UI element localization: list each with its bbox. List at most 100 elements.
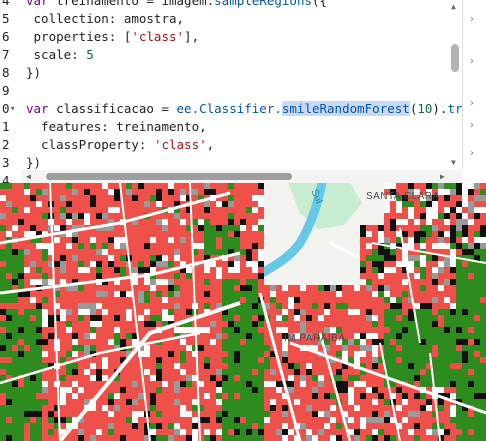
raster-cell	[54, 183, 60, 189]
raster-cell	[18, 369, 24, 375]
raster-cell	[222, 381, 228, 387]
code-text[interactable]: classProperty: 'class',	[26, 136, 214, 154]
raster-cell	[312, 411, 318, 417]
chevron-right-icon[interactable]: ›	[470, 148, 474, 159]
raster-cell	[156, 429, 162, 435]
raster-cell	[378, 267, 384, 273]
raster-cell	[12, 279, 18, 285]
raster-cell	[252, 237, 258, 243]
raster-cell	[126, 369, 132, 375]
raster-cell	[360, 399, 366, 405]
scroll-left-arrow-icon[interactable]: ◀	[26, 172, 31, 181]
scroll-down-arrow-icon[interactable]: ▼	[451, 158, 456, 167]
raster-cell	[228, 261, 234, 267]
raster-cell	[174, 219, 180, 225]
code-line[interactable]: 4 var treinamento = imagem.sampleRegions(…	[0, 0, 450, 10]
raster-cell	[114, 399, 120, 405]
raster-cell	[108, 321, 114, 327]
raster-cell	[330, 423, 336, 429]
raster-cell	[30, 309, 36, 315]
code-line[interactable]: 9	[0, 82, 450, 100]
raster-cell	[12, 405, 18, 411]
raster-cell	[444, 183, 450, 189]
raster-cell	[480, 219, 486, 225]
code-line[interactable]: 5 collection: amostra,	[0, 10, 450, 28]
raster-cell	[72, 333, 78, 339]
raster-cell	[6, 369, 12, 375]
code-line[interactable]: 1 features: treinamento,	[0, 118, 450, 136]
raster-cell	[378, 225, 384, 231]
raster-cell	[240, 231, 246, 237]
raster-cell	[468, 369, 474, 375]
raster-cell	[474, 315, 480, 321]
code-text[interactable]: })	[26, 64, 41, 82]
code-text[interactable]: collection: amostra,	[26, 10, 185, 28]
raster-cell	[468, 237, 474, 243]
vertical-scrollbar[interactable]	[448, 0, 462, 170]
raster-cell	[42, 243, 48, 249]
raster-cell	[162, 435, 168, 441]
code-line[interactable]: 7 scale: 5	[0, 46, 450, 64]
raster-cell	[432, 351, 438, 357]
raster-cell	[312, 399, 318, 405]
fold-toggle-icon[interactable]: ▾	[10, 100, 15, 118]
raster-cell	[96, 375, 102, 381]
chevron-right-icon[interactable]: ›	[470, 14, 474, 25]
raster-cell	[360, 405, 366, 411]
raster-cell	[372, 333, 378, 339]
raster-cell	[228, 273, 234, 279]
raster-cell	[366, 393, 372, 399]
raster-cell	[108, 291, 114, 297]
horizontal-scrollbar-thumb[interactable]	[46, 173, 292, 180]
raster-cell	[450, 387, 456, 393]
raster-cell	[138, 411, 144, 417]
raster-cell	[288, 285, 294, 291]
raster-cell	[300, 375, 306, 381]
scroll-up-arrow-icon[interactable]: ▲	[451, 2, 456, 11]
raster-cell	[174, 213, 180, 219]
raster-cell	[216, 237, 222, 243]
raster-cell	[384, 339, 390, 345]
raster-cell	[480, 429, 486, 435]
line-number: 9	[2, 83, 10, 98]
raster-cell	[402, 315, 408, 321]
raster-cell	[90, 333, 96, 339]
code-line[interactable]: 8})	[0, 64, 450, 82]
code-text[interactable]: features: treinamento,	[26, 118, 207, 136]
raster-cell	[138, 243, 144, 249]
raster-cell	[444, 237, 450, 243]
raster-cell	[336, 345, 342, 351]
scroll-right-arrow-icon[interactable]: ▶	[440, 172, 445, 181]
classification-map[interactable]	[0, 183, 486, 441]
map-view[interactable]: SANTA CLARA IM PARAIBA Sul	[0, 183, 486, 441]
raster-cell	[438, 279, 444, 285]
raster-cell	[198, 231, 204, 237]
code-text[interactable]: properties: ['class'],	[26, 28, 200, 46]
code-line[interactable]: 6 properties: ['class'],	[0, 28, 450, 46]
code-editor[interactable]: 4 var treinamento = imagem.sampleRegions(…	[0, 0, 486, 183]
raster-cell	[48, 315, 54, 321]
code-line[interactable]: 2 classProperty: 'class',	[0, 136, 450, 154]
raster-cell	[438, 399, 444, 405]
raster-cell	[36, 423, 42, 429]
raster-cell	[18, 261, 24, 267]
code-text[interactable]: var treinamento = imagem.sampleRegions({	[26, 0, 327, 10]
raster-cell	[450, 429, 456, 435]
raster-cell	[156, 333, 162, 339]
code-line[interactable]: 0 ▾ var classificacao = ee.Classifier.smil…	[0, 100, 478, 118]
chevron-right-icon[interactable]: ›	[470, 120, 474, 131]
raster-cell	[456, 405, 462, 411]
code-text[interactable]: scale: 5	[26, 46, 94, 64]
raster-cell	[222, 339, 228, 345]
raster-cell	[426, 297, 432, 303]
chevron-right-icon[interactable]: ›	[470, 56, 474, 67]
raster-cell	[60, 273, 66, 279]
raster-cell	[438, 309, 444, 315]
raster-cell	[252, 363, 258, 369]
chevron-right-icon[interactable]: ›	[470, 98, 474, 109]
code-text[interactable]: var classificacao = ee.Classifier.smileR…	[26, 100, 478, 118]
raster-cell	[120, 309, 126, 315]
raster-cell	[228, 357, 234, 363]
code-token: smileRandomForest	[281, 101, 410, 116]
vertical-scrollbar-thumb[interactable]	[451, 44, 459, 72]
